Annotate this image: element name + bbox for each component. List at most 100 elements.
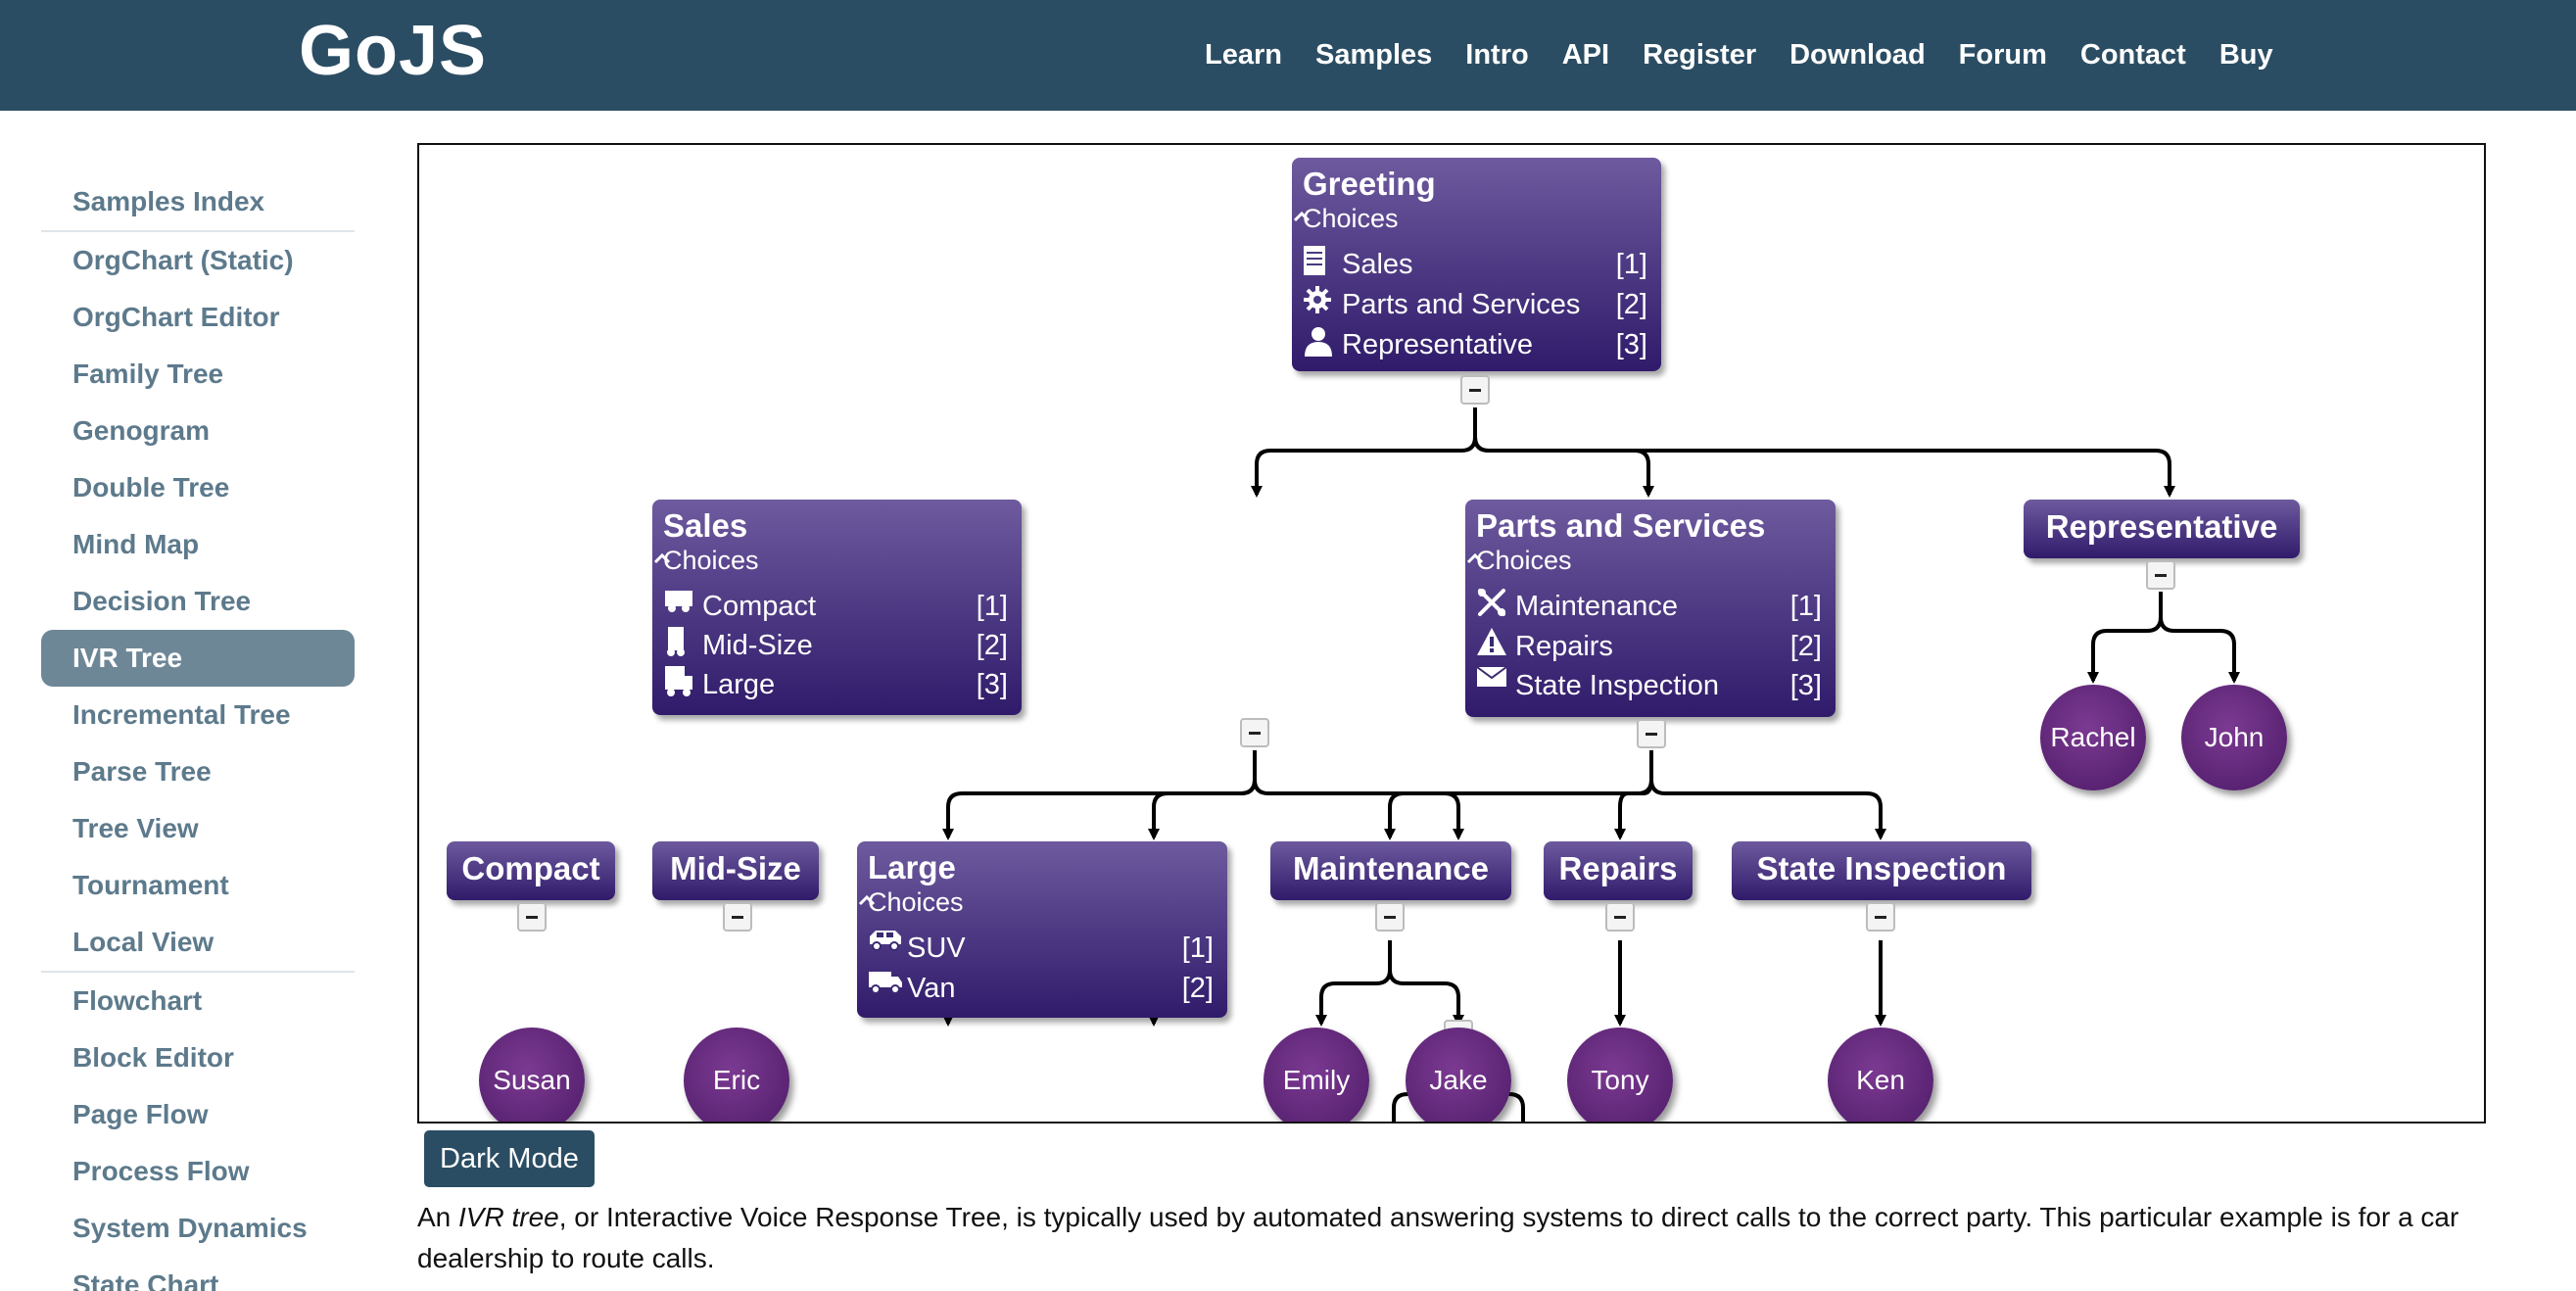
collapse-sales-button[interactable]	[1240, 718, 1269, 747]
choice-row[interactable]: Maintenance [1]	[1476, 587, 1822, 626]
choice-number: [3]	[976, 668, 1008, 700]
nav-contact[interactable]: Contact	[2080, 39, 2186, 72]
node-subtitle: Choices	[663, 546, 759, 575]
choice-row[interactable]: Sales [1]	[1303, 245, 1647, 284]
ivr-tree-diagram[interactable]: Greeting Choices Sales [1] Parts and Ser…	[417, 143, 2486, 1124]
collapse-maintenance-button[interactable]	[1375, 902, 1405, 932]
gojs-logo[interactable]: GoJS	[299, 12, 487, 90]
collapse-parts-button[interactable]	[1637, 719, 1666, 748]
sidebar-item-process-flow[interactable]: Process Flow	[41, 1143, 355, 1200]
gear-icon	[1303, 286, 1336, 321]
person-node-emily[interactable]: Emily	[1264, 1028, 1369, 1122]
sidebar-item-ivr-tree[interactable]: IVR Tree	[41, 630, 355, 687]
node-title: Mid-Size	[670, 850, 801, 886]
choice-row[interactable]: Van [2]	[868, 969, 1214, 1008]
collapse-caret-icon[interactable]	[1465, 549, 1485, 568]
main-nav: Learn Samples Intro API Register Downloa…	[1205, 0, 2307, 111]
choice-number: [3]	[1615, 328, 1647, 360]
collapse-caret-icon[interactable]	[652, 549, 672, 568]
choice-row[interactable]: Mid-Size [2]	[663, 626, 1008, 665]
node-title: Greeting	[1303, 166, 1436, 202]
choice-number: [3]	[1789, 669, 1822, 701]
choice-label: Maintenance	[1515, 590, 1679, 622]
collapse-representative-button[interactable]	[2146, 560, 2175, 590]
choice-number: [1]	[1181, 932, 1214, 964]
nav-api[interactable]: API	[1562, 39, 1609, 72]
collapse-midsize-button[interactable]	[723, 902, 752, 932]
choice-row[interactable]: Parts and Services [2]	[1303, 285, 1647, 324]
nav-register[interactable]: Register	[1643, 39, 1756, 72]
collapse-caret-icon[interactable]	[857, 890, 877, 910]
sidebar-item-orgchart-editor[interactable]: OrgChart Editor	[41, 289, 355, 346]
sidebar-item-decision-tree[interactable]: Decision Tree	[41, 573, 355, 630]
nav-samples[interactable]: Samples	[1315, 39, 1432, 72]
node-subtitle: Choices	[1303, 204, 1399, 233]
midsize-node[interactable]: Mid-Size	[652, 841, 819, 900]
sidebar-item-system-dynamics[interactable]: System Dynamics	[41, 1200, 355, 1257]
choice-row[interactable]: Large [3]	[663, 665, 1008, 704]
sales-node[interactable]: Sales Choices Compact [1] Mid-Size [2] L…	[652, 500, 1022, 715]
van-icon	[868, 972, 902, 1005]
choice-row[interactable]: State Inspection [3]	[1476, 666, 1822, 705]
sidebar-item-page-flow[interactable]: Page Flow	[41, 1086, 355, 1143]
node-title: Compact	[461, 850, 600, 886]
choice-row[interactable]: SUV [1]	[868, 929, 1214, 968]
person-node-eric[interactable]: Eric	[684, 1028, 789, 1122]
person-node-rachel[interactable]: Rachel	[2040, 685, 2146, 790]
sidebar-item-genogram[interactable]: Genogram	[41, 403, 355, 459]
person-node-john[interactable]: John	[2181, 685, 2287, 790]
parts-services-node[interactable]: Parts and Services Choices Maintenance […	[1465, 500, 1836, 717]
sidebar-item-samples-index[interactable]: Samples Index	[41, 173, 355, 230]
wrench-icon	[1476, 589, 1509, 623]
sidebar-item-tournament[interactable]: Tournament	[41, 857, 355, 914]
sidebar-item-block-editor[interactable]: Block Editor	[41, 1029, 355, 1086]
person-node-jake[interactable]: Jake	[1406, 1028, 1511, 1122]
choice-label: Mid-Size	[702, 629, 813, 661]
nav-buy[interactable]: Buy	[2219, 39, 2273, 72]
nav-learn[interactable]: Learn	[1205, 39, 1282, 72]
sidebar-item-parse-tree[interactable]: Parse Tree	[41, 743, 355, 800]
collapse-caret-icon[interactable]	[1292, 207, 1312, 226]
sidebar-item-local-view[interactable]: Local View	[41, 914, 355, 971]
node-title: Parts and Services	[1476, 507, 1766, 544]
sidebar-item-incremental-tree[interactable]: Incremental Tree	[41, 687, 355, 743]
sidebar-item-family-tree[interactable]: Family Tree	[41, 346, 355, 403]
compact-node[interactable]: Compact	[447, 841, 615, 900]
choice-number: [1]	[976, 590, 1008, 622]
maintenance-node[interactable]: Maintenance	[1270, 841, 1511, 900]
dark-mode-button[interactable]: Dark Mode	[424, 1130, 595, 1187]
sidebar-item-double-tree[interactable]: Double Tree	[41, 459, 355, 516]
repairs-node[interactable]: Repairs	[1544, 841, 1693, 900]
state-inspection-node[interactable]: State Inspection	[1732, 841, 2031, 900]
sidebar-item-tree-view[interactable]: Tree View	[41, 800, 355, 857]
greeting-node[interactable]: Greeting Choices Sales [1] Parts and Ser…	[1292, 158, 1661, 371]
choice-label: Compact	[702, 590, 817, 622]
person-node-tony[interactable]: Tony	[1567, 1028, 1673, 1122]
choice-row[interactable]: Representative [3]	[1303, 325, 1647, 364]
envelope-icon	[1476, 666, 1509, 702]
choice-label: Van	[907, 972, 956, 1004]
representative-node[interactable]: Representative	[2024, 500, 2300, 558]
choice-label: SUV	[907, 932, 966, 964]
choice-row[interactable]: Repairs [2]	[1476, 627, 1822, 666]
collapse-inspection-button[interactable]	[1866, 902, 1895, 932]
collapse-repairs-button[interactable]	[1605, 902, 1635, 932]
large-node[interactable]: Large Choices SUV [1] Van [2]	[857, 841, 1227, 1018]
sidebar-item-mind-map[interactable]: Mind Map	[41, 516, 355, 573]
node-title: Representative	[2045, 508, 2278, 545]
person-node-ken[interactable]: Ken	[1828, 1028, 1933, 1122]
nav-intro[interactable]: Intro	[1465, 39, 1528, 72]
choice-number: [2]	[976, 629, 1008, 661]
collapse-greeting-button[interactable]	[1460, 375, 1490, 405]
sidebar-item-orgchart-static[interactable]: OrgChart (Static)	[41, 232, 355, 289]
midsize-car-icon	[663, 627, 696, 662]
choice-label: Sales	[1342, 248, 1413, 280]
choice-label: Repairs	[1515, 630, 1613, 662]
nav-download[interactable]: Download	[1789, 39, 1926, 72]
sidebar-item-state-chart[interactable]: State Chart	[41, 1257, 355, 1291]
collapse-compact-button[interactable]	[517, 902, 547, 932]
nav-forum[interactable]: Forum	[1959, 39, 2047, 72]
sidebar-item-flowchart[interactable]: Flowchart	[41, 973, 355, 1029]
choice-row[interactable]: Compact [1]	[663, 587, 1008, 626]
person-node-susan[interactable]: Susan	[479, 1028, 585, 1122]
